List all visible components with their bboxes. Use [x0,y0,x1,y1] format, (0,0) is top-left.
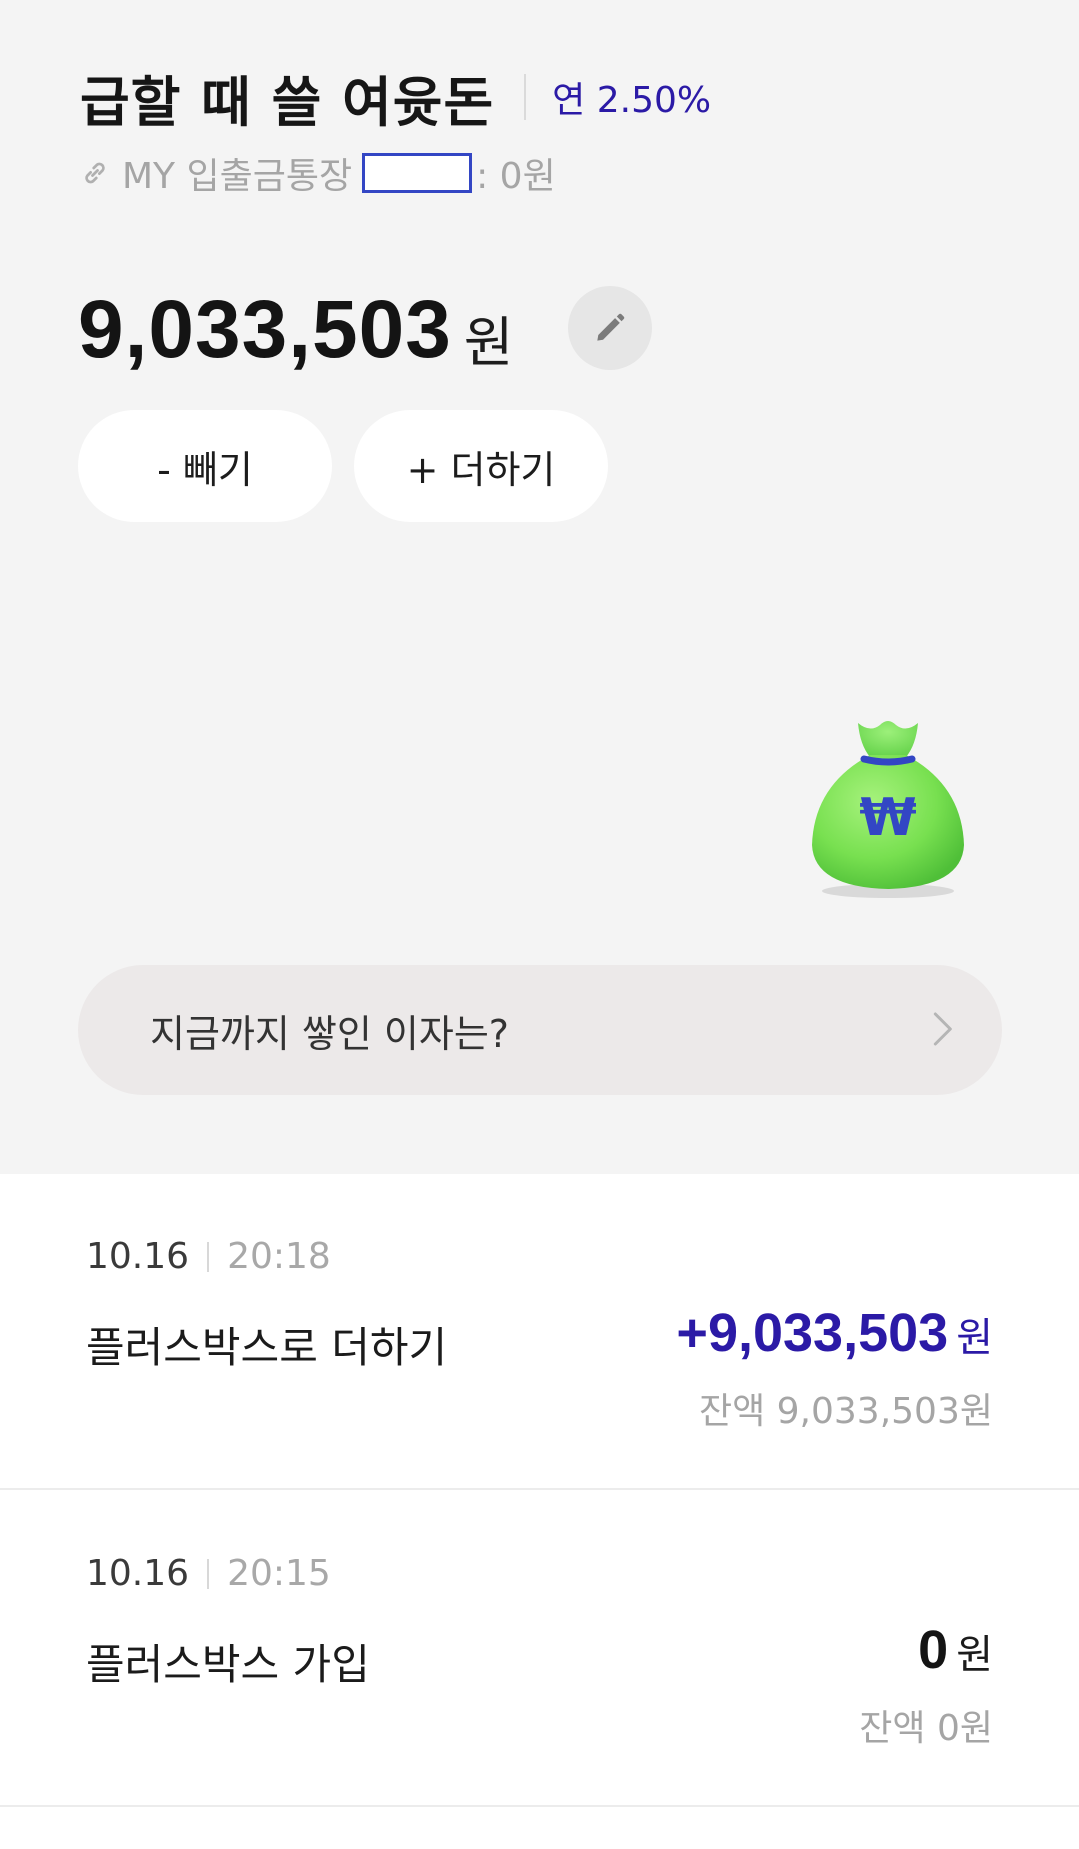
chevron-right-icon [933,1012,952,1046]
title-row: 급할 때 쓸 여윳돈 연 2.50% [80,62,712,134]
transaction-meta: 10.16 20:18 [86,1236,331,1277]
accrued-interest-label: 지금까지 쌓인 이자는? [150,1011,509,1056]
transaction-balance: 잔액 9,033,503원 [698,1391,993,1432]
deposit-button[interactable]: + 더하기 [354,410,608,522]
linked-account-label: MY 입출금통장 [122,156,353,197]
transaction-row[interactable]: 10.16 20:15 플러스박스 가입 0 원 잔액 0원 [0,1491,1079,1807]
accrued-interest-button[interactable]: 지금까지 쌓인 이자는? [78,965,1002,1095]
account-summary-panel: 급할 때 쓸 여윳돈 연 2.50% MY 입출금통장 : 0원 9,033,5… [0,0,1079,1174]
account-title: 급할 때 쓸 여윳돈 [80,70,495,134]
transaction-meta: 10.16 20:15 [86,1553,331,1594]
transaction-unit: 원 [956,1315,993,1361]
linked-account-balance: : 0원 [476,156,556,197]
transaction-amount: 0 [918,1620,949,1680]
meta-divider [207,1558,210,1589]
transaction-description: 플러스박스로 더하기 [86,1323,448,1372]
meta-divider [207,1241,210,1272]
balance-row: 9,033,503 원 [78,280,513,380]
transaction-row[interactable]: 10.16 20:18 플러스박스로 더하기 +9,033,503 원 잔액 9… [0,1174,1079,1490]
transaction-time: 20:18 [227,1236,331,1277]
balance-unit: 원 [463,310,514,374]
title-divider [524,74,527,120]
transaction-amount-row: 0 원 [918,1619,993,1681]
transaction-date: 10.16 [86,1553,190,1594]
transaction-description: 플러스박스 가입 [86,1640,370,1689]
transaction-amount-row: +9,033,503 원 [676,1302,993,1364]
link-icon [85,162,105,184]
transaction-date: 10.16 [86,1236,190,1277]
transaction-time: 20:15 [227,1553,331,1594]
balance-amount: 9,033,503 [78,284,452,375]
money-bag-won-icon: ₩ [812,721,964,898]
masked-account-number [362,153,473,193]
edit-balance-button[interactable] [568,286,652,370]
linked-account-row[interactable]: MY 입출금통장 : 0원 [80,148,556,198]
interest-rate: 연 2.50% [552,80,712,121]
transaction-unit: 원 [956,1632,993,1678]
pencil-icon [597,313,625,341]
withdraw-button[interactable]: - 빼기 [78,410,332,522]
transaction-balance: 잔액 0원 [859,1708,993,1749]
svg-text:₩: ₩ [859,788,916,848]
transaction-amount: +9,033,503 [676,1303,949,1363]
